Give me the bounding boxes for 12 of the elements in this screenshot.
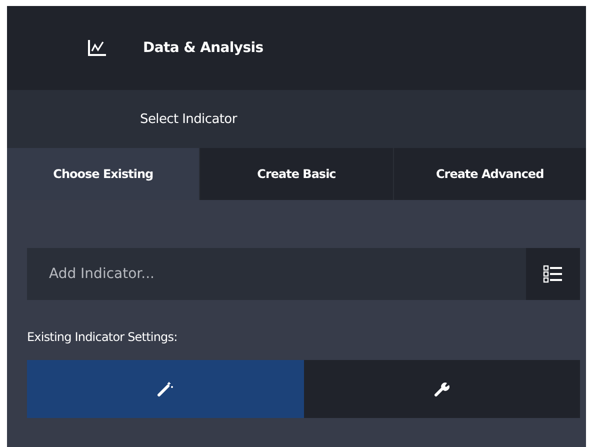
wrench-icon [434,381,450,397]
settings-label: Existing Indicator Settings: [27,330,178,344]
tab[interactable]: Choose Existing [7,148,200,200]
wand-button[interactable] [27,360,304,418]
panel-title: Data & Analysis [143,40,264,56]
list-icon [543,265,563,283]
section-title: Select Indicator [140,112,237,126]
line-chart-icon [87,39,107,57]
magic-wand-icon [157,381,174,397]
wrench-button[interactable] [304,360,580,418]
list-button[interactable] [526,248,580,300]
indicator-search-field[interactable]: Add Indicator... [27,248,526,300]
